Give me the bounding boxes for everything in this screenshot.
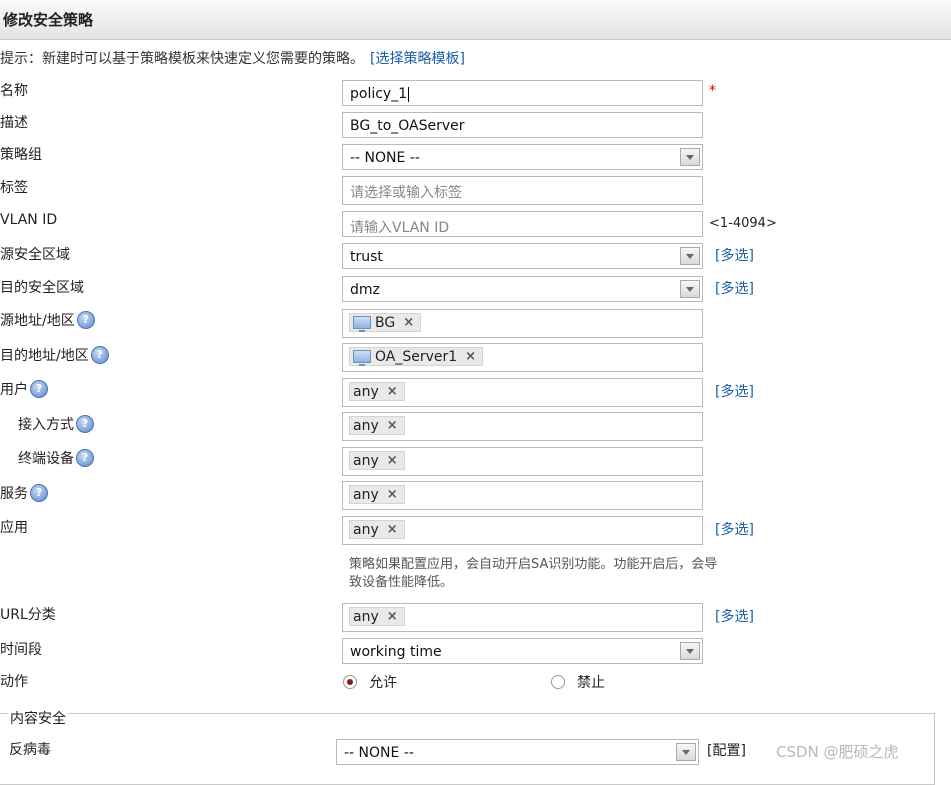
desc-value: BG_to_OAServer: [350, 118, 465, 134]
vlan-placeholder: 请输入VLAN ID: [350, 220, 450, 236]
help-icon[interactable]: ?: [76, 415, 94, 433]
dropdown-arrow-icon[interactable]: [680, 280, 700, 298]
dst-addr-field[interactable]: OA_Server1 ×: [342, 343, 703, 372]
close-icon[interactable]: ×: [387, 609, 398, 624]
action-deny-radio[interactable]: 禁止: [551, 672, 605, 692]
app-label: 应用: [0, 520, 28, 536]
close-icon[interactable]: ×: [387, 453, 398, 468]
dropdown-arrow-icon[interactable]: [680, 247, 700, 265]
vlan-label: VLAN ID: [0, 212, 58, 228]
dst-zone-value: dmz: [350, 282, 380, 298]
dropdown-arrow-icon[interactable]: [680, 642, 700, 660]
text-cursor: [408, 86, 410, 102]
src-addr-label: 源地址/地区?: [0, 310, 95, 330]
close-icon[interactable]: ×: [387, 487, 398, 502]
antivirus-value: -- NONE --: [344, 745, 414, 761]
close-icon[interactable]: ×: [387, 418, 398, 433]
src-zone-value: trust: [350, 249, 383, 265]
content-security-legend: 内容安全: [8, 708, 68, 728]
group-label: 策略组: [0, 147, 42, 163]
group-value: -- NONE --: [350, 150, 420, 166]
radio-selected-icon[interactable]: [343, 675, 357, 689]
dst-zone-label: 目的安全区域: [0, 280, 84, 296]
src-zone-multi-link[interactable]: [多选]: [715, 245, 754, 265]
terminal-field[interactable]: any ×: [342, 447, 703, 476]
tag-placeholder: 请选择或输入标签: [350, 185, 462, 201]
any-tag: any ×: [349, 520, 405, 539]
radio-unselected-icon[interactable]: [551, 675, 565, 689]
hint-row: 提示：新建时可以基于策略模板来快速定义您需要的策略。 [选择策略模板]: [0, 48, 465, 68]
terminal-label: 终端设备?: [18, 448, 94, 468]
help-icon[interactable]: ?: [30, 484, 48, 502]
action-label: 动作: [0, 674, 28, 690]
tag-label: 标签: [0, 180, 28, 196]
any-tag: any ×: [349, 382, 405, 401]
user-field[interactable]: any ×: [342, 378, 703, 407]
antivirus-select[interactable]: -- NONE --: [336, 739, 699, 765]
desc-input[interactable]: BG_to_OAServer: [342, 112, 703, 138]
help-icon[interactable]: ?: [76, 449, 94, 467]
pc-icon: [353, 316, 371, 332]
user-multi-link[interactable]: [多选]: [715, 381, 754, 401]
tag-input[interactable]: 请选择或输入标签: [342, 176, 703, 205]
name-value: policy_1: [350, 86, 408, 102]
src-zone-label: 源安全区域: [0, 247, 70, 263]
time-label: 时间段: [0, 642, 42, 658]
access-label: 接入方式?: [18, 414, 94, 434]
dst-zone-multi-link[interactable]: [多选]: [715, 278, 754, 298]
any-tag: any ×: [349, 451, 405, 470]
desc-label: 描述: [0, 115, 28, 131]
vlan-input[interactable]: 请输入VLAN ID: [342, 211, 703, 237]
app-field[interactable]: any ×: [342, 516, 703, 545]
vlan-range: <1-4094>: [709, 216, 777, 231]
group-select[interactable]: -- NONE --: [342, 144, 703, 170]
select-template-link[interactable]: [选择策略模板]: [370, 51, 465, 67]
close-icon[interactable]: ×: [403, 315, 414, 330]
address-tag: OA_Server1 ×: [349, 347, 484, 366]
action-allow-radio[interactable]: 允许: [343, 672, 397, 692]
help-icon[interactable]: ?: [76, 311, 95, 329]
url-multi-link[interactable]: [多选]: [715, 606, 754, 626]
any-tag: any ×: [349, 485, 405, 504]
any-tag: any ×: [349, 607, 405, 626]
app-multi-link[interactable]: [多选]: [715, 519, 754, 539]
dialog-title: 修改安全策略: [3, 11, 94, 29]
close-icon[interactable]: ×: [387, 384, 398, 399]
required-mark: *: [709, 83, 716, 99]
app-note: 策略如果配置应用，会自动开启SA识别功能。功能开启后，会导致设备性能降低。: [349, 557, 718, 590]
help-icon[interactable]: ?: [30, 380, 48, 398]
pc-icon: [353, 350, 371, 366]
any-tag: any ×: [349, 416, 405, 435]
dialog-titlebar: 修改安全策略: [0, 0, 951, 40]
url-label: URL分类: [0, 607, 56, 623]
service-label: 服务?: [0, 483, 48, 503]
antivirus-label: 反病毒: [9, 742, 51, 758]
antivirus-config-link[interactable]: [配置]: [707, 740, 746, 760]
user-label: 用户?: [0, 379, 48, 399]
src-addr-field[interactable]: BG ×: [342, 309, 703, 338]
time-select[interactable]: working time: [342, 638, 703, 664]
name-input[interactable]: policy_1: [342, 80, 703, 106]
src-zone-select[interactable]: trust: [342, 243, 703, 269]
name-label: 名称: [0, 83, 28, 99]
dst-addr-label: 目的地址/地区?: [0, 345, 109, 365]
address-tag: BG ×: [349, 313, 422, 332]
access-field[interactable]: any ×: [342, 412, 703, 441]
hint-text: 提示：新建时可以基于策略模板来快速定义您需要的策略。: [0, 51, 364, 67]
dropdown-arrow-icon[interactable]: [680, 148, 700, 166]
time-value: working time: [350, 644, 442, 660]
close-icon[interactable]: ×: [387, 522, 398, 537]
close-icon[interactable]: ×: [465, 349, 476, 364]
service-field[interactable]: any ×: [342, 481, 703, 510]
dropdown-arrow-icon[interactable]: [676, 743, 696, 761]
watermark: CSDN @肥硕之虎: [776, 743, 899, 761]
url-field[interactable]: any ×: [342, 603, 703, 632]
help-icon[interactable]: ?: [90, 346, 109, 364]
dst-zone-select[interactable]: dmz: [342, 276, 703, 302]
